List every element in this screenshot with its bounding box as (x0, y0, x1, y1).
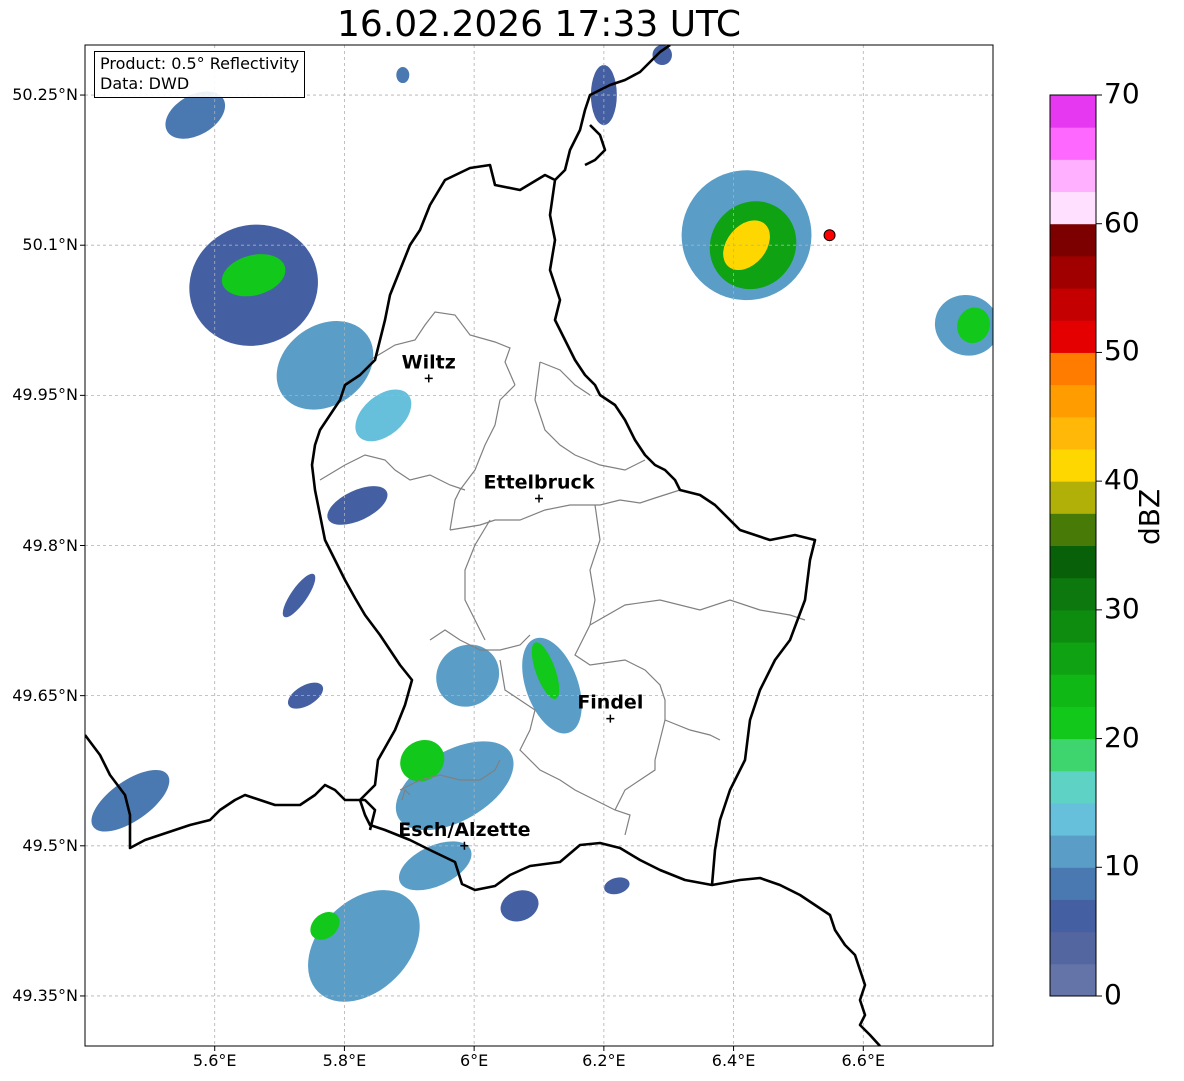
city-label: Wiltz (402, 351, 456, 373)
canton-boundary-line (449, 384, 516, 531)
radar-map[interactable]: Wiltz Ettelbruck Findel Esch/Alzette (0, 0, 1184, 1081)
precip-cell (308, 890, 420, 1002)
colorbar-segment (1050, 352, 1096, 386)
colorbar-segment (1050, 835, 1096, 868)
canton-boundary-line (589, 599, 806, 626)
colorbar-segment (1050, 320, 1096, 353)
product-info-box: Product: 0.5° Reflectivity Data: DWD (94, 51, 306, 98)
y-tick-label: 49.35°N (12, 985, 78, 1005)
canton-boundary-line (614, 760, 656, 811)
colorbar-segment (1050, 609, 1096, 643)
canton-boundary-line (539, 361, 591, 396)
x-tick-label: 6.4°E (711, 1051, 756, 1070)
colorbar-segment (1050, 255, 1096, 289)
colorbar-segment (1050, 159, 1096, 193)
country-border-line (711, 876, 881, 1046)
colorbar-segment (1050, 127, 1096, 160)
colorbar-segment (1050, 899, 1096, 933)
graticule (85, 45, 993, 1046)
precip-cell (436, 644, 500, 707)
city-label: Ettelbruck (484, 471, 595, 493)
colorbar-segment (1050, 802, 1096, 836)
colorbar-segment (1050, 223, 1096, 257)
colorbar-segment (1050, 191, 1096, 225)
colorbar-segment (1050, 448, 1096, 482)
colorbar-segment (1050, 738, 1096, 772)
colorbar-segment (1050, 642, 1096, 675)
colorbar-segment (1050, 481, 1096, 514)
y-tick-label: 49.65°N (12, 685, 78, 705)
colorbar-segment (1050, 963, 1096, 997)
canton-boundary-line (449, 489, 681, 531)
colorbar-tick-label: 0 (1104, 978, 1122, 1011)
canton-boundary-line (589, 504, 601, 626)
colorbar-segment (1050, 416, 1096, 450)
colorbar-tick-label: 20 (1104, 720, 1140, 754)
colorbar-tick-label: 10 (1104, 849, 1140, 883)
city-marker-icon (424, 374, 433, 383)
radar-site-marker-icon (823, 229, 836, 242)
colorbar-segment (1050, 545, 1096, 579)
precip-cell (282, 573, 316, 618)
product-label: Product: 0.5° Reflectivity (100, 54, 300, 73)
y-tick-label: 50.1°N (22, 235, 78, 255)
x-tick-label: 6.2°E (582, 1051, 626, 1070)
colorbar (1049, 94, 1102, 997)
x-tick-label: 5.8°E (322, 1051, 367, 1070)
canton-boundary-line (369, 311, 516, 386)
x-tick-label: 5.6°E (192, 1051, 237, 1070)
colorbar-segment (1050, 288, 1096, 321)
precip-cell (604, 877, 630, 895)
colorbar-segment (1050, 770, 1096, 804)
precip-cell (500, 890, 539, 922)
y-tick-label: 49.5°N (22, 835, 78, 855)
precip-cell (396, 67, 410, 84)
canton-boundary-line (664, 719, 721, 741)
map-frame (84, 44, 994, 1047)
colorbar-segment (1050, 513, 1096, 546)
colorbar-tick-label: 70 (1104, 77, 1140, 110)
precip-cell (398, 841, 472, 891)
x-tick-label: 6.6°E (841, 1051, 886, 1070)
city-label: Esch/Alzette (398, 819, 530, 841)
colorbar-segment (1050, 577, 1096, 611)
colorbar-segment (1050, 384, 1096, 418)
canton-boundary-line (319, 454, 466, 491)
colorbar-segment (1050, 931, 1096, 965)
precip-cell (327, 486, 388, 525)
colorbar-tick-label: 50 (1104, 334, 1140, 368)
city-marker-icon (535, 494, 543, 503)
y-tick-label: 49.95°N (12, 385, 78, 405)
colorbar-label: dBZ (1133, 488, 1166, 545)
colorbar-tick-label: 60 (1104, 205, 1140, 239)
city-label: Findel (577, 692, 643, 714)
data-source-label: Data: DWD (100, 74, 190, 93)
city-marker-icon (606, 714, 615, 723)
country-border-line (584, 124, 607, 167)
precipitation-layer (91, 45, 993, 1002)
colorbar-segment (1050, 95, 1096, 128)
x-tick-label: 6°E (459, 1051, 489, 1070)
canton-boundary-line (464, 519, 491, 641)
y-tick-label: 49.8°N (22, 535, 78, 555)
y-tick-label: 50.25°N (12, 85, 78, 105)
colorbar-segment (1050, 706, 1096, 740)
colorbar-segment (1050, 674, 1096, 707)
colorbar-segment (1050, 867, 1096, 900)
colorbar-tick-label: 30 (1104, 591, 1140, 625)
